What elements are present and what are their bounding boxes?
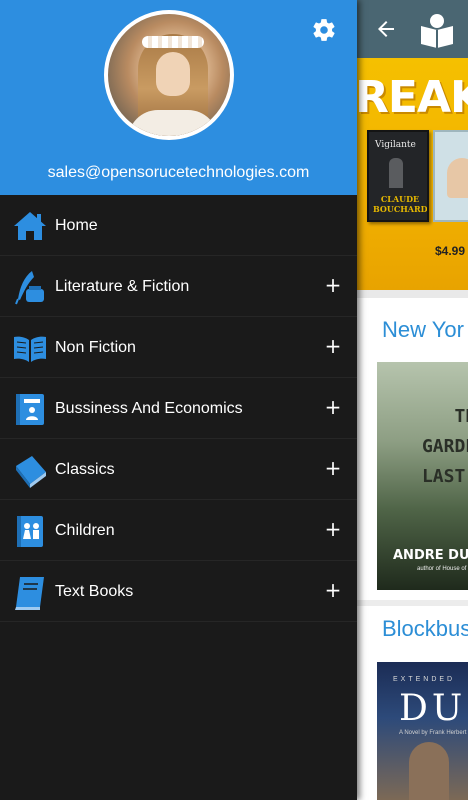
open-book-icon (14, 336, 46, 362)
menu-item-classics[interactable]: Classics + (0, 439, 357, 500)
expand-plus-icon[interactable]: + (322, 274, 344, 296)
business-book-icon (16, 394, 44, 425)
expand-plus-icon[interactable]: + (322, 579, 344, 601)
section-title: Blockbus (382, 616, 468, 641)
menu-item-label: Literature & Fiction (55, 278, 190, 295)
app-toolbar (357, 0, 468, 58)
back-button[interactable] (371, 14, 401, 44)
cover-face (447, 158, 468, 198)
menu-item-label: Non Fiction (55, 339, 136, 356)
banner-headline: REAKO (357, 72, 468, 123)
menu-item-label: Children (55, 522, 115, 539)
classic-book-icon (16, 456, 46, 488)
quill-ink-icon (15, 271, 44, 305)
section-divider (357, 290, 468, 298)
banner-book-cover-2[interactable] (433, 130, 468, 222)
book-cover-title: DU (399, 688, 467, 729)
main-content: REAKO Vigilante CLAUDE BOUCHARD $4.99 Ne… (357, 0, 468, 800)
cover-figure (409, 742, 449, 800)
book-cover-title: THE GARDEN LAST D (421, 406, 468, 487)
book-logo-icon (421, 14, 453, 48)
text-book-icon (15, 577, 44, 610)
expand-plus-icon[interactable]: + (322, 457, 344, 479)
book-cover[interactable]: THE GARDEN LAST D ANDRE DU author of Hou… (377, 362, 468, 590)
menu-item-literature-fiction[interactable]: Literature & Fiction + (0, 256, 357, 317)
navigation-drawer: sales@opensorucetechnologies.com Home Li… (0, 0, 357, 800)
menu-item-label: Text Books (55, 583, 134, 600)
section-title: New Yor (382, 317, 464, 342)
menu-item-label: Bussiness And Economics (55, 400, 243, 417)
avatar[interactable] (104, 10, 234, 140)
book-cover-kicker: EXTENDED (393, 676, 456, 683)
expand-plus-icon[interactable]: + (322, 396, 344, 418)
user-email: sales@opensorucetechnologies.com (47, 164, 310, 181)
banner-book-author: CLAUDE BOUCHARD (373, 194, 428, 214)
menu-item-business-economics[interactable]: Bussiness And Economics + (0, 378, 357, 439)
section-divider (357, 600, 468, 606)
home-icon (14, 212, 46, 240)
menu-item-children[interactable]: Children + (0, 500, 357, 561)
arrow-back-icon (378, 21, 394, 37)
menu-item-label: Classics (55, 461, 115, 478)
drawer-header: sales@opensorucetechnologies.com (0, 0, 357, 195)
children-book-icon (17, 516, 43, 547)
menu-item-label: Home (55, 217, 98, 234)
book-cover-subtitle: A Novel by Frank Herbert (399, 730, 467, 736)
avatar-shirt (128, 110, 218, 136)
menu-item-home[interactable]: Home (0, 195, 357, 256)
promo-banner[interactable]: REAKO Vigilante CLAUDE BOUCHARD $4.99 (357, 58, 468, 290)
menu-item-text-books[interactable]: Text Books + (0, 561, 357, 622)
banner-book-cover[interactable]: Vigilante CLAUDE BOUCHARD (367, 130, 429, 222)
book-cover[interactable]: EXTENDED DU A Novel by Frank Herbert (377, 662, 468, 800)
cover-figure (389, 158, 403, 188)
book-cover-author: ANDRE DU (393, 548, 468, 563)
expand-plus-icon[interactable]: + (322, 335, 344, 357)
avatar-face (156, 52, 190, 96)
gear-icon (313, 19, 335, 41)
avatar-flower-crown (142, 36, 204, 48)
expand-plus-icon[interactable]: + (322, 518, 344, 540)
settings-button[interactable] (310, 16, 338, 44)
banner-price: $4.99 (435, 244, 466, 258)
book-cover-subtitle: author of House of (417, 566, 467, 572)
drawer-menu: Home Literature & Fiction + Non Fiction … (0, 195, 357, 622)
banner-book-title: Vigilante (375, 140, 416, 150)
menu-item-non-fiction[interactable]: Non Fiction + (0, 317, 357, 378)
